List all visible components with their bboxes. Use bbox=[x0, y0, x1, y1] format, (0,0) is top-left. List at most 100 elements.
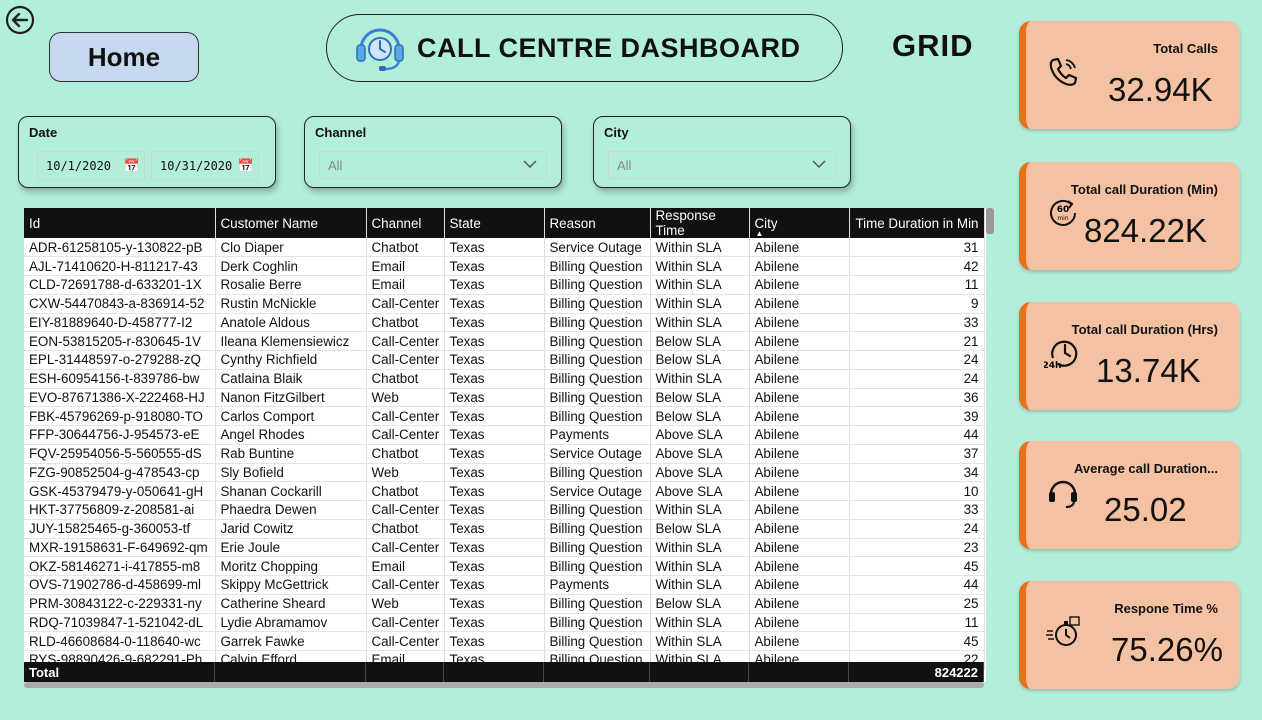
column-header-id[interactable]: Id bbox=[24, 208, 216, 238]
channel-slicer: Channel All bbox=[304, 116, 562, 188]
total-value: 824222 bbox=[849, 662, 984, 682]
table-row[interactable]: GSK-45379479-y-050641-gH Shanan Cockarill… bbox=[24, 481, 985, 501]
home-button[interactable]: Home bbox=[49, 32, 199, 82]
table-row[interactable]: EON-53815205-r-830645-1V Ileana Klemensie… bbox=[24, 331, 985, 351]
table-cell: Within SLA bbox=[650, 313, 750, 333]
table-cell: AJL-71410620-H-811217-43 bbox=[24, 256, 216, 276]
table-row[interactable]: EVO-87671386-X-222468-HJ Nanon FitzGilber… bbox=[24, 388, 985, 408]
table-cell: Service Outage bbox=[544, 481, 651, 501]
table-cell: Service Outage bbox=[544, 238, 651, 258]
table-cell: Call-Center bbox=[366, 406, 445, 426]
table-cell: Within SLA bbox=[650, 294, 750, 314]
table-cell: Abilene bbox=[749, 538, 850, 558]
vertical-scrollbar[interactable] bbox=[986, 208, 994, 234]
table-cell: OKZ-58146271-i-417855-m8 bbox=[24, 556, 216, 576]
table-cell: Rosalie Berre bbox=[215, 275, 367, 295]
table-row[interactable]: EIY-81889640-D-458777-I2 Anatole Aldous Ch… bbox=[24, 313, 985, 333]
table-cell: Texas bbox=[444, 238, 545, 258]
table-cell: Billing Question bbox=[544, 369, 651, 389]
table-cell: Texas bbox=[444, 519, 545, 539]
table-cell: Within SLA bbox=[650, 500, 750, 520]
table-cell: Abilene bbox=[749, 275, 850, 295]
channel-selected-value: All bbox=[328, 157, 343, 173]
table-row[interactable]: RDQ-71039847-1-521042-dL Lydie Abramamov C… bbox=[24, 613, 985, 633]
table-row[interactable]: CXW-54470843-a-836914-52 Rustin McNickle C… bbox=[24, 294, 985, 314]
table-cell: Angel Rhodes bbox=[215, 425, 367, 445]
date-slicer: Date 10/1/2020 📅 10/31/2020 📅 bbox=[18, 116, 276, 188]
channel-dropdown[interactable]: All bbox=[319, 151, 547, 179]
chevron-down-icon bbox=[523, 160, 537, 169]
table-row[interactable]: ESH-60954156-t-839786-bw Catlaina Blaik Ch… bbox=[24, 369, 985, 389]
end-date-input[interactable]: 10/31/2020 📅 bbox=[151, 151, 259, 181]
date-slicer-title: Date bbox=[29, 125, 58, 140]
table-row[interactable]: AJL-71410620-H-811217-43 Derk Coghlin Emai… bbox=[24, 256, 985, 276]
kpi-label: Average call Duration... bbox=[1073, 461, 1218, 476]
table-cell: Billing Question bbox=[544, 463, 651, 483]
kpi-value: 13.74K bbox=[1096, 352, 1201, 389]
start-date-value: 10/1/2020 bbox=[46, 159, 112, 173]
start-date-input[interactable]: 10/1/2020 📅 bbox=[37, 151, 145, 181]
calls-table[interactable]: Id Customer Name Channel State Reason Re… bbox=[24, 208, 986, 682]
city-slicer-title: City bbox=[604, 125, 629, 140]
table-row[interactable]: ADR-61258105-y-130822-pB Clo Diaper Chatbo… bbox=[24, 238, 985, 258]
table-cell: Within SLA bbox=[650, 538, 750, 558]
table-row[interactable]: HKT-37756809-z-208581-ai Phaedra Dewen Cal… bbox=[24, 500, 985, 520]
table-cell: Email bbox=[366, 256, 445, 276]
table-cell: Below SLA bbox=[650, 331, 750, 351]
calendar-icon[interactable]: 📅 bbox=[124, 159, 140, 174]
back-arrow-icon[interactable] bbox=[4, 4, 36, 36]
table-row[interactable]: JUY-15825465-g-360053-tf Jarid Cowitz Chat… bbox=[24, 519, 985, 539]
table-cell: Texas bbox=[444, 613, 545, 633]
table-cell: Billing Question bbox=[544, 388, 651, 408]
table-cell: Billing Question bbox=[544, 294, 651, 314]
table-row[interactable]: FFP-30644756-J-954573-eE Angel Rhodes Call… bbox=[24, 425, 985, 445]
column-header-state[interactable]: State bbox=[444, 208, 545, 238]
table-cell: Billing Question bbox=[544, 313, 651, 333]
table-cell: ADR-61258105-y-130822-pB bbox=[24, 238, 216, 258]
table-row[interactable]: FQV-25954056-5-560555-dS Rab Buntine Chatb… bbox=[24, 444, 985, 464]
horizontal-scrollbar[interactable] bbox=[24, 682, 984, 688]
table-cell: Texas bbox=[444, 350, 545, 370]
table-row[interactable]: MXR-19158631-F-649692-qm Erie Joule Call-C… bbox=[24, 538, 985, 558]
table-cell: EVO-87671386-X-222468-HJ bbox=[24, 388, 216, 408]
column-header-customer-name[interactable]: Customer Name bbox=[215, 208, 367, 238]
table-cell: Derk Coghlin bbox=[215, 256, 367, 276]
table-cell: GSK-45379479-y-050641-gH bbox=[24, 481, 216, 501]
column-header-time-duration[interactable]: Time Duration in Min bbox=[849, 208, 985, 238]
column-header-city[interactable]: City ▲ bbox=[749, 208, 850, 238]
end-date-value: 10/31/2020 bbox=[160, 159, 233, 173]
table-cell: Catherine Sheard bbox=[215, 594, 367, 614]
chevron-down-icon bbox=[812, 160, 826, 169]
table-row[interactable]: FBK-45796269-p-918080-TO Carlos Comport Ca… bbox=[24, 406, 985, 426]
total-label: Total bbox=[24, 662, 215, 682]
table-cell: Abilene bbox=[749, 406, 850, 426]
table-cell: Texas bbox=[444, 631, 545, 651]
table-cell: Within SLA bbox=[650, 613, 750, 633]
column-header-reason[interactable]: Reason bbox=[544, 208, 651, 238]
table-cell: RLD-46608684-0-118640-wc bbox=[24, 631, 216, 651]
table-cell: Abilene bbox=[749, 481, 850, 501]
table-cell: Below SLA bbox=[650, 519, 750, 539]
column-header-response-time[interactable]: Response Time bbox=[650, 208, 750, 238]
table-cell: Call-Center bbox=[366, 294, 445, 314]
table-cell: Texas bbox=[444, 369, 545, 389]
table-row[interactable]: OKZ-58146271-i-417855-m8 Moritz Chopping E… bbox=[24, 556, 985, 576]
table-cell: 25 bbox=[849, 594, 985, 614]
table-row[interactable]: FZG-90852504-g-478543-cp Sly Bofield Web Te… bbox=[24, 463, 985, 483]
table-row[interactable]: CLD-72691788-d-633201-1X Rosalie Berre Ema… bbox=[24, 275, 985, 295]
table-cell: 24 bbox=[849, 350, 985, 370]
table-row[interactable]: RLD-46608684-0-118640-wc Garrek Fawke Call… bbox=[24, 631, 985, 651]
calendar-icon[interactable]: 📅 bbox=[238, 159, 254, 174]
table-cell: 44 bbox=[849, 425, 985, 445]
table-cell: Texas bbox=[444, 556, 545, 576]
table-row[interactable]: OVS-71902786-d-458699-ml Skippy McGettric… bbox=[24, 575, 985, 595]
table-row[interactable]: PRM-30843122-c-229331-ny Catherine Sheard… bbox=[24, 594, 985, 614]
table-cell: Abilene bbox=[749, 556, 850, 576]
kpi-label: Total call Duration (Hrs) bbox=[1071, 322, 1218, 337]
table-cell: Texas bbox=[444, 294, 545, 314]
city-dropdown[interactable]: All bbox=[608, 151, 836, 179]
table-cell: Billing Question bbox=[544, 556, 651, 576]
table-cell: Abilene bbox=[749, 313, 850, 333]
table-row[interactable]: EPL-31448597-o-279288-zQ Cynthy Richfield… bbox=[24, 350, 985, 370]
column-header-channel[interactable]: Channel bbox=[366, 208, 445, 238]
